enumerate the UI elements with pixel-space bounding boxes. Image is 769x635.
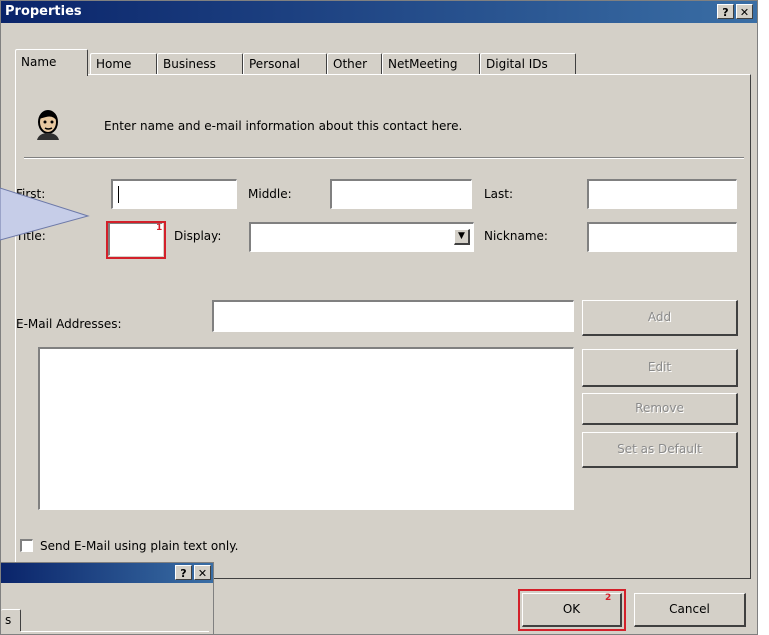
display-label: Display: <box>174 229 222 243</box>
tab-digital-ids[interactable]: Digital IDs <box>480 53 576 75</box>
remove-button[interactable]: Remove <box>582 393 738 425</box>
secondary-close-button[interactable]: ✕ <box>194 565 211 580</box>
name-tab-panel: Enter name and e-mail information about … <box>15 74 751 579</box>
tab-netmeeting[interactable]: NetMeeting <box>382 53 480 75</box>
secondary-title-bar[interactable]: ? ✕ <box>1 563 213 583</box>
secondary-tab-fragment[interactable]: s <box>1 609 21 631</box>
secondary-help-button[interactable]: ? <box>175 565 192 580</box>
middle-label: Middle: <box>248 187 292 201</box>
tab-business[interactable]: Business <box>157 53 243 75</box>
ok-marker: 2 <box>605 593 612 603</box>
close-button[interactable]: ✕ <box>736 4 753 19</box>
help-button[interactable]: ? <box>717 4 734 19</box>
secondary-tab-line <box>21 631 209 632</box>
set-as-default-button[interactable]: Set as Default <box>582 432 738 468</box>
chevron-down-icon[interactable]: ▼ <box>454 229 470 245</box>
header-separator <box>24 157 744 159</box>
edit-button[interactable]: Edit <box>582 349 738 387</box>
properties-window: Properties ? ✕ Name Home Business Person… <box>0 0 758 635</box>
last-name-input[interactable] <box>587 179 737 209</box>
add-button[interactable]: Add <box>582 300 738 336</box>
plain-text-checkbox[interactable] <box>20 539 33 552</box>
cancel-button[interactable]: Cancel <box>634 593 746 627</box>
title-bar[interactable]: Properties ? ✕ <box>1 1 757 23</box>
email-label: E-Mail Addresses: <box>16 317 122 331</box>
secondary-window: ? ✕ s <box>0 562 214 635</box>
text-cursor <box>118 186 119 203</box>
email-address-list[interactable] <box>38 347 574 510</box>
last-label: Last: <box>484 187 514 201</box>
info-text: Enter name and e-mail information about … <box>104 119 463 133</box>
nickname-label: Nickname: <box>484 229 548 243</box>
middle-name-input[interactable] <box>330 179 472 209</box>
callout-pointer <box>0 187 90 241</box>
nickname-input[interactable] <box>587 222 737 252</box>
display-combobox[interactable]: ▼ <box>249 222 474 252</box>
tab-personal[interactable]: Personal <box>243 53 327 75</box>
plain-text-label: Send E-Mail using plain text only. <box>40 539 239 553</box>
first-name-input[interactable] <box>111 179 237 209</box>
email-address-input[interactable] <box>212 300 574 332</box>
title-marker: 1 <box>156 223 163 233</box>
tab-other[interactable]: Other <box>327 53 382 75</box>
